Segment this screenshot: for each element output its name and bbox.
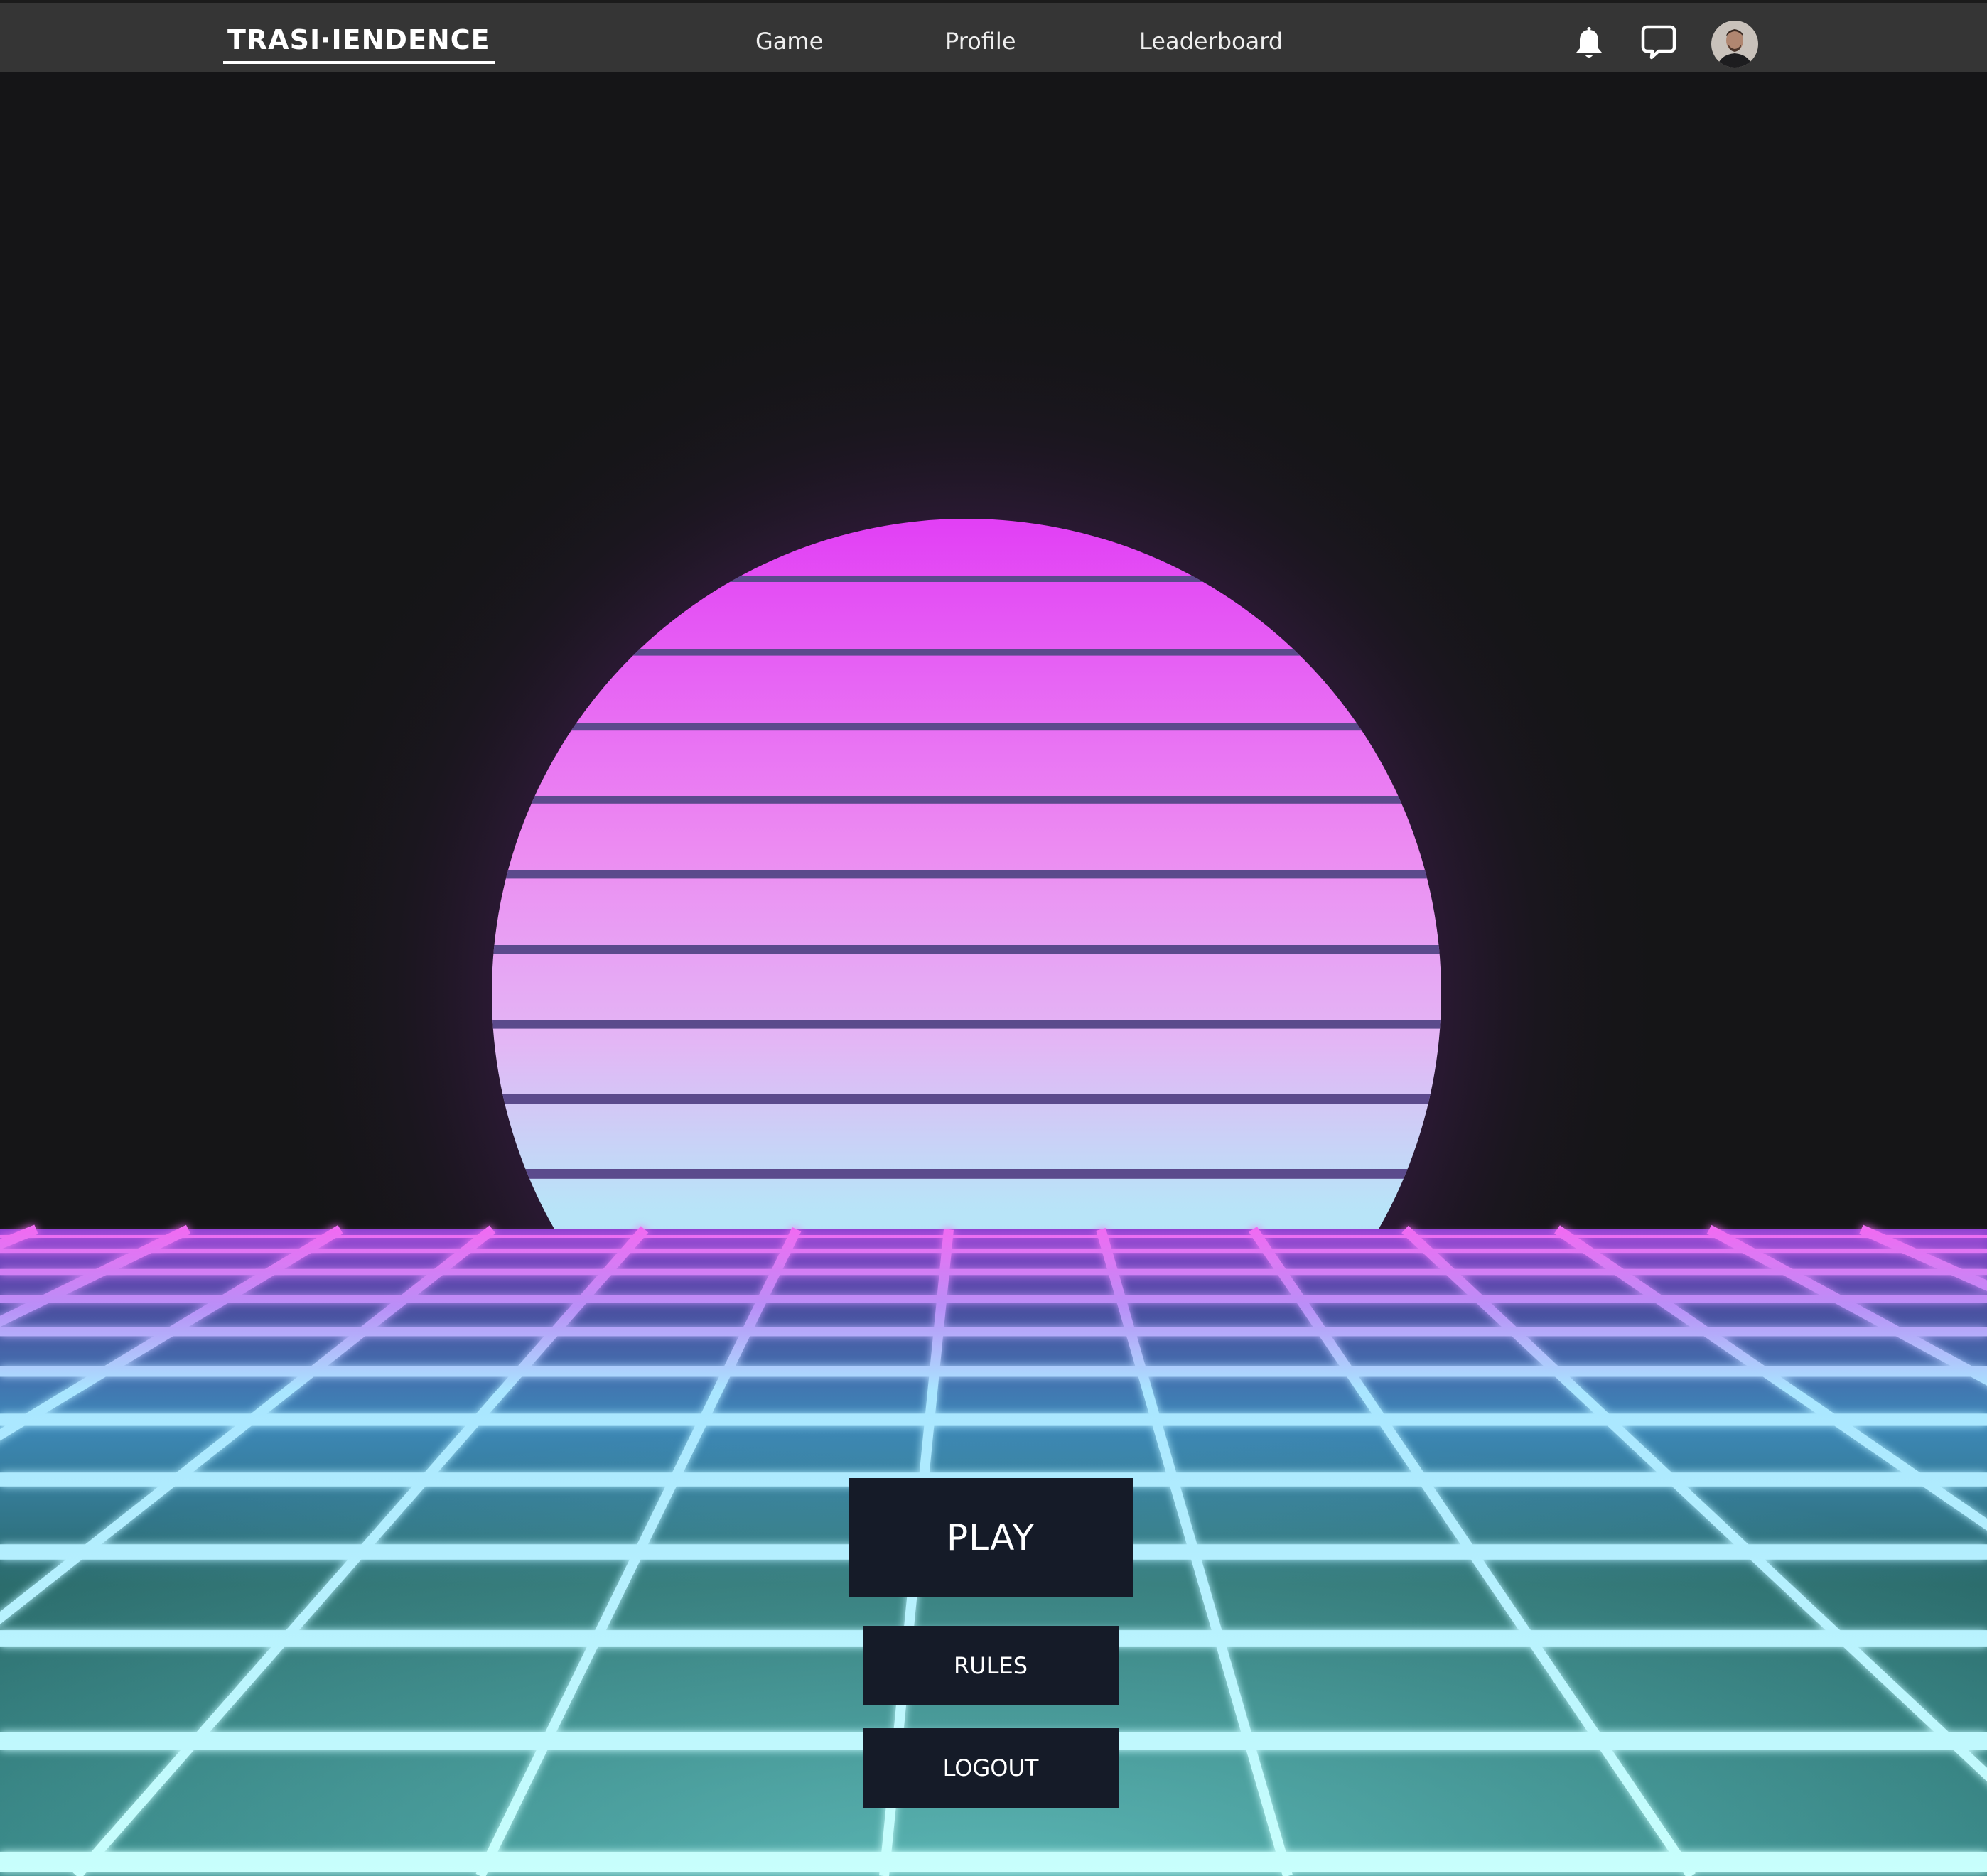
avatar-image bbox=[1711, 21, 1758, 68]
nav-link-game[interactable]: Game bbox=[755, 23, 823, 60]
nav-link-leaderboard[interactable]: Leaderboard bbox=[1139, 23, 1283, 60]
logout-button[interactable]: LOGOUT bbox=[863, 1728, 1119, 1808]
sun-stripe bbox=[492, 945, 1441, 954]
top-navbar: TRASI·IENDENCE Game Profile Leaderboard bbox=[0, 0, 1987, 72]
app-root: TRASI·IENDENCE Game Profile Leaderboard … bbox=[0, 0, 1987, 1876]
bell-icon[interactable] bbox=[1573, 27, 1605, 61]
sun-stripe bbox=[492, 1094, 1441, 1104]
user-avatar[interactable] bbox=[1711, 21, 1758, 68]
sun-stripe bbox=[492, 870, 1441, 879]
play-button[interactable]: PLAY bbox=[849, 1478, 1133, 1597]
sun-stripe bbox=[492, 796, 1441, 804]
nav-link-profile[interactable]: Profile bbox=[945, 23, 1016, 60]
chat-icon[interactable] bbox=[1640, 24, 1677, 61]
rules-button[interactable]: RULES bbox=[863, 1626, 1119, 1705]
brand-logo[interactable]: TRASI·IENDENCE bbox=[223, 21, 495, 64]
sun-stripe bbox=[492, 1169, 1441, 1179]
sun-stripe bbox=[492, 1020, 1441, 1029]
